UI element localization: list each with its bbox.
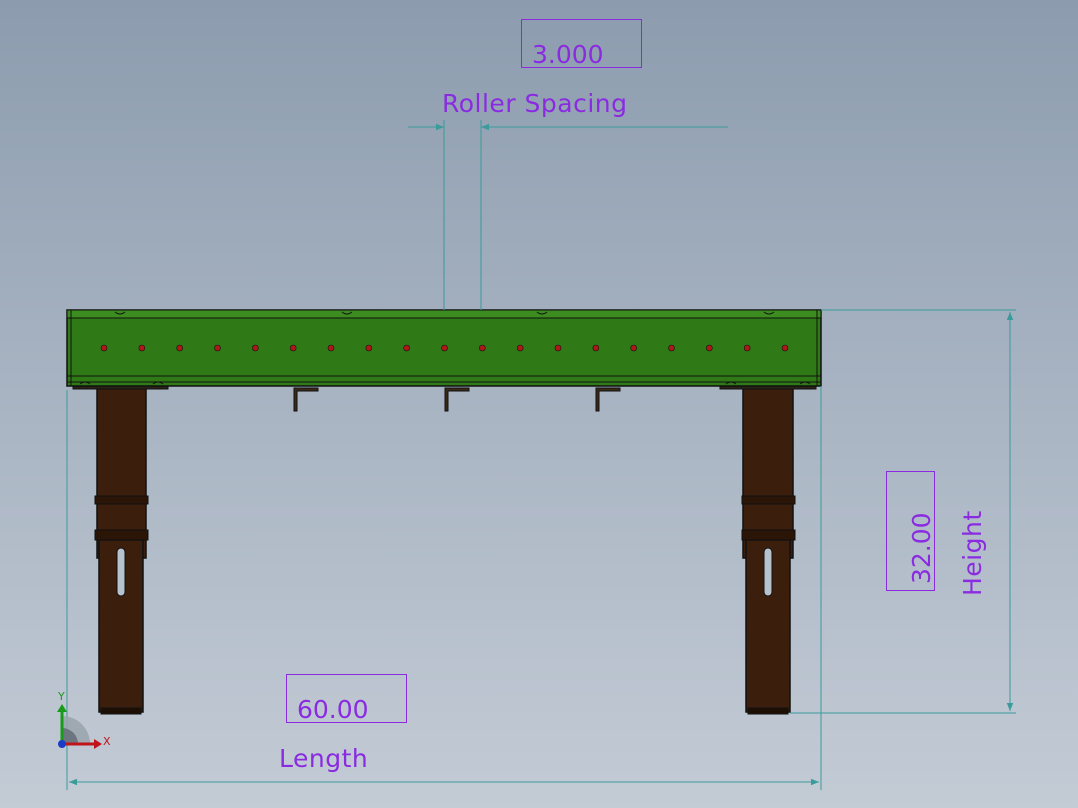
roller-hole (668, 344, 675, 352)
length-label: Length (279, 744, 369, 773)
right-leg[interactable] (741, 387, 796, 715)
roller-spacing-value-box[interactable]: 3.000 (521, 19, 642, 69)
length-value-box[interactable]: 60.00 (286, 674, 407, 724)
roller-hole (781, 344, 789, 352)
roller-hole (176, 344, 183, 352)
height-value-box[interactable]: 32.00 (886, 471, 936, 591)
roller-hole (138, 344, 146, 352)
left-leg[interactable] (94, 387, 149, 715)
roller-hole (630, 344, 637, 352)
dimension-lines (66, 120, 1016, 790)
brackets (293, 387, 621, 412)
roller-hole (441, 344, 448, 352)
roller-hole (706, 344, 713, 352)
y-axis-label: Y (57, 690, 65, 703)
roller-hole (252, 344, 259, 352)
z-axis-icon (58, 740, 66, 748)
roller-hole (289, 344, 297, 352)
roller-spacing-label: Roller Spacing (442, 89, 628, 118)
length-value: 60.00 (297, 695, 369, 724)
roller-hole (516, 344, 524, 352)
roller-hole (365, 344, 373, 352)
conveyor-drawing: Y X (57, 120, 1016, 790)
roller-hole (592, 344, 600, 352)
roller-hole (554, 344, 562, 352)
x-axis-label: X (103, 735, 111, 748)
height-label: Height (958, 510, 987, 596)
roller-hole (403, 344, 410, 352)
roller-hole (743, 344, 751, 352)
cad-viewport[interactable]: Y X 3.000 Roller Spacing 32.00 Height 60… (0, 0, 1078, 808)
roller-spacing-value: 3.000 (532, 40, 604, 69)
roller-hole (479, 344, 486, 352)
conveyor-frame[interactable] (66, 309, 822, 390)
roller-hole (327, 344, 335, 352)
roller-hole (100, 344, 108, 352)
roller-hole (214, 344, 221, 352)
height-value: 32.00 (907, 512, 936, 584)
